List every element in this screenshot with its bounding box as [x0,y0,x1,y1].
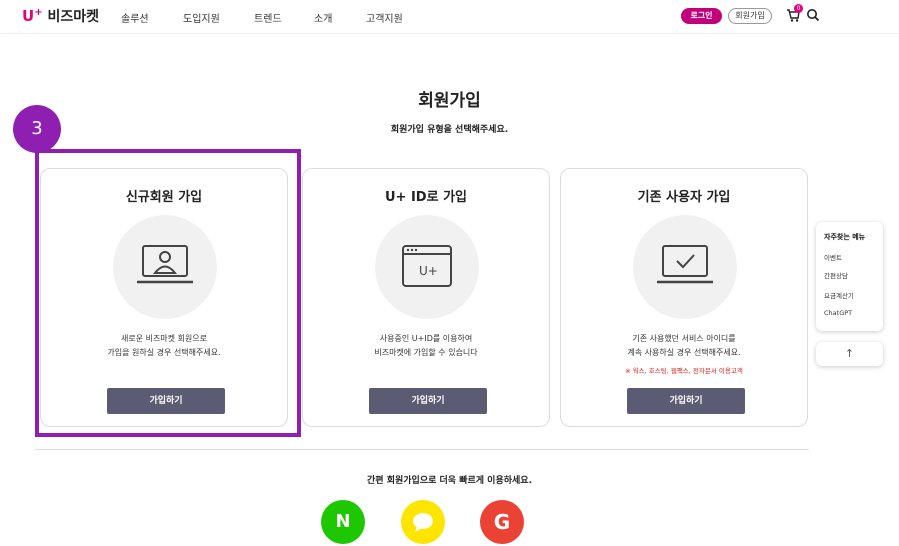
nav-about[interactable]: 소개 [314,10,332,25]
kakao-speech-bubble-icon [413,513,433,532]
google-login-button[interactable]: G [480,500,524,544]
quick-menu-event[interactable]: 이벤트 [824,252,842,262]
quick-menu-title: 자주찾는 메뉴 [824,233,866,241]
quick-menu-chatgpt[interactable]: ChatGPT [824,309,852,317]
quick-menu-rate-calculator[interactable]: 요금계산기 [824,290,854,300]
join-button[interactable]: 회원가입 [728,8,772,24]
nav-trend[interactable]: 트렌드 [254,10,282,25]
login-button[interactable]: 로그인 [681,8,722,24]
card-note: ※ 웍스, 호스팅, 웹팩스, 전자문서 이용고객 [625,367,743,375]
card-description: 기존 사용했던 서비스 아이디를 계속 사용하실 경우 선택해주세요. [627,334,741,357]
quick-menu: 자주찾는 메뉴 이벤트 간편상담 요금계산기 ChatGPT [816,222,883,331]
site-header: U+ 비즈마켓 솔루션 도입지원 트렌드 소개 고객지원 로그인 회원가입 0 [0,0,899,34]
card-icon-container [633,215,737,319]
nav-adoption-support[interactable]: 도입지원 [183,10,220,25]
easy-join-text: 간편 회원가입으로 더욱 빠르게 이용하세요. [367,476,532,486]
naver-login-button[interactable]: N [321,500,365,544]
step-highlight-frame [35,149,301,437]
card-icon-container: U+ [375,215,479,319]
nav-solution[interactable]: 솔루션 [121,10,149,25]
search-icon[interactable] [806,7,820,22]
page-subtitle: 회원가입 유형을 선택해주세요. [390,125,509,135]
scroll-top-button[interactable]: ↑ [816,342,883,366]
nav-customer-support[interactable]: 고객지원 [366,10,403,25]
page-title: 회원가입 [418,91,481,111]
divider [35,449,809,450]
quick-menu-consult[interactable]: 간편상담 [824,270,848,280]
laptop-check-icon [657,245,713,284]
card-uplus-id: U+ ID로 가입 U+ 사용중인 U+ID를 이용하여 비즈마켓에 가입할 수… [302,168,550,427]
join-existing-user-button[interactable]: 가입하기 [627,388,745,414]
browser-uplus-icon: U+ [402,245,452,287]
card-description: 사용중인 U+ID를 이용하여 비즈마켓에 가입할 수 있습니다 [374,334,478,357]
logo-text: 비즈마켓 [47,9,99,25]
svg-text:U+: U+ [419,264,438,278]
cart-count-badge: 0 [794,4,803,13]
kakao-login-button[interactable] [401,500,445,544]
logo-brand: U+ [22,7,43,25]
step-badge: 3 [13,105,61,153]
card-title: 기존 사용자 가입 [637,190,731,205]
card-title: U+ ID로 가입 [384,190,467,205]
logo[interactable]: U+ 비즈마켓 [22,6,99,26]
card-existing-user: 기존 사용자 가입 기존 사용했던 서비스 아이디를 계속 사용하실 경우 선택… [560,168,808,427]
join-uplus-id-button[interactable]: 가입하기 [369,388,487,414]
